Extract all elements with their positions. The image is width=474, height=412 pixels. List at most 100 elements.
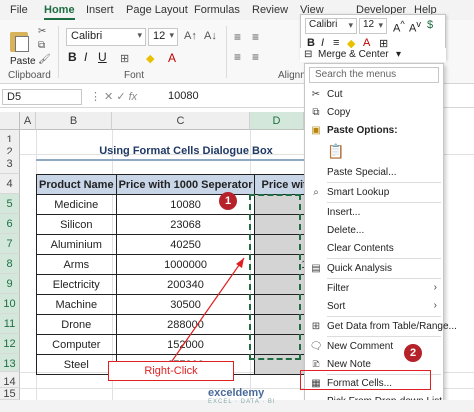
menu-item-insert[interactable]: Insert... — [305, 204, 443, 222]
chevron-down-icon: ▾ — [137, 30, 142, 40]
chevron-right-icon: › — [433, 300, 437, 311]
fill-color-icon[interactable]: ◆ — [146, 52, 154, 65]
chevron-down-icon: ▾ — [396, 49, 402, 60]
font-name-select[interactable]: Calibri ▾ — [66, 28, 146, 46]
group-divider — [58, 26, 59, 78]
row-header[interactable]: 7 — [0, 234, 20, 254]
menu-item-cut[interactable]: ✂ Cut — [305, 86, 443, 104]
row-header[interactable]: 11 — [0, 314, 20, 334]
menu-item-clear-contents[interactable]: Clear Contents — [305, 240, 443, 258]
menu-item-new-comment[interactable]: 🗨 New Comment — [305, 338, 443, 356]
italic-button[interactable]: I — [84, 50, 87, 64]
row-header[interactable]: 13 — [0, 354, 20, 372]
row-header[interactable]: 5 — [0, 194, 20, 214]
menu-item-filter[interactable]: Filter › — [305, 280, 443, 298]
name-box[interactable]: D5 — [2, 89, 82, 105]
row-header[interactable]: 4 — [0, 174, 20, 194]
paste-icon: ▣ — [311, 125, 321, 136]
underline-button[interactable]: U — [98, 50, 107, 64]
chevron-down-icon: ▾ — [348, 20, 353, 30]
menu-separator — [327, 258, 441, 259]
row-header[interactable]: 3 — [0, 154, 20, 174]
format-painter-icon[interactable]: 🖌 — [38, 54, 51, 65]
align-middle-icon[interactable]: ≡ — [252, 30, 259, 44]
table-cell[interactable]: Medicine — [36, 194, 117, 215]
align-top-icon[interactable]: ≡ — [234, 30, 241, 44]
table-cell[interactable]: 288000 — [115, 314, 256, 335]
paste-label: Paste — [10, 56, 36, 67]
menu-item-quick-analysis[interactable]: ▤ Quick Analysis — [305, 260, 443, 278]
table-cell[interactable]: Silicon — [36, 214, 117, 235]
tab-file[interactable]: File — [10, 4, 28, 16]
row-header[interactable]: 8 — [0, 254, 20, 274]
row-header[interactable]: 9 — [0, 274, 20, 294]
tab-page-layout[interactable]: Page Layout — [126, 4, 188, 16]
comment-icon: 🗨 — [309, 341, 323, 352]
table-cell[interactable]: Machine — [36, 294, 117, 315]
row-header[interactable]: 6 — [0, 214, 20, 234]
table-cell[interactable]: Arms — [36, 254, 117, 275]
format-cells-highlight — [300, 370, 431, 390]
borders-icon[interactable]: ⊞ — [120, 52, 129, 65]
decrease-font-icon[interactable]: A↓ — [204, 30, 217, 42]
table-cell[interactable]: Drone — [36, 314, 117, 335]
column-header-b[interactable]: B — [36, 112, 112, 130]
increase-font-icon[interactable]: A^ — [393, 19, 405, 35]
clipboard-group-label: Clipboard — [8, 70, 51, 81]
row-header[interactable]: 10 — [0, 294, 20, 314]
row-header[interactable]: 15 — [0, 388, 20, 400]
align-center-icon[interactable]: ≡ — [252, 50, 259, 64]
table-cell[interactable]: Aluminium — [36, 234, 117, 255]
table-cell[interactable]: 152000 — [115, 334, 256, 355]
font-color-icon[interactable]: A — [168, 51, 176, 65]
copy-icon[interactable]: ⧉ — [38, 40, 45, 51]
bold-button[interactable]: B — [68, 50, 77, 64]
mini-font-size-select[interactable]: 12 ▾ — [359, 18, 387, 34]
menu-item-get-data[interactable]: ⊞ Get Data from Table/Range... — [305, 318, 457, 336]
selection-range — [249, 194, 301, 360]
select-all-corner[interactable] — [0, 112, 20, 130]
tab-formulas[interactable]: Formulas — [194, 4, 240, 16]
paste-button[interactable] — [6, 26, 32, 60]
cut-icon[interactable]: ✂ — [38, 26, 46, 37]
menu-item-sort[interactable]: Sort › — [305, 298, 443, 316]
column-header-d[interactable]: D — [250, 112, 304, 130]
chevron-down-icon: ▾ — [169, 30, 174, 40]
column-header-c[interactable]: C — [112, 112, 250, 130]
decrease-font-icon[interactable]: Av — [409, 19, 421, 35]
column-header[interactable]: Price with 1000 Seperator — [115, 174, 256, 195]
table-header-row: Product Name Price with 1000 Seperator P… — [36, 174, 317, 195]
tab-insert[interactable]: Insert — [86, 4, 114, 16]
row-header[interactable]: 14 — [0, 372, 20, 388]
menu-item-paste-options: ▣ Paste Options: — [305, 122, 443, 140]
mini-font-name-select[interactable]: Calibri ▾ — [305, 18, 357, 34]
table-cell[interactable]: 23068 — [115, 214, 256, 235]
column-header-a[interactable]: A — [20, 112, 36, 130]
column-header[interactable]: Product Name — [36, 174, 117, 195]
table-cell[interactable]: 30500 — [115, 294, 256, 315]
tab-review[interactable]: Review — [252, 4, 288, 16]
table-cell[interactable]: 1000000 — [115, 254, 256, 275]
font-group-label: Font — [124, 70, 145, 81]
tab-home[interactable]: Home — [44, 4, 75, 20]
table-cell[interactable]: Computer — [36, 334, 117, 355]
copy-icon: ⧉ — [312, 107, 320, 118]
paste-option-button[interactable]: 📋 — [305, 140, 443, 166]
menu-item-copy[interactable]: ⧉ Copy — [305, 104, 443, 122]
search-menus-input[interactable]: Search the menus — [309, 67, 439, 83]
row-header[interactable]: 12 — [0, 334, 20, 354]
align-left-icon[interactable]: ≡ — [234, 50, 241, 64]
menu-separator — [327, 278, 441, 279]
currency-icon[interactable]: $ — [427, 19, 433, 31]
merge-center-button[interactable]: ⊟ Merge & Center ▾ — [300, 48, 446, 62]
table-cell[interactable]: Steel — [36, 354, 117, 375]
table-cell[interactable]: 40250 — [115, 234, 256, 255]
increase-font-icon[interactable]: A↑ — [184, 30, 197, 42]
table-cell[interactable]: Electricity — [36, 274, 117, 295]
font-size-select[interactable]: 12 ▾ — [148, 28, 178, 46]
menu-item-delete[interactable]: Delete... — [305, 222, 443, 240]
menu-item-paste-special[interactable]: Paste Special... — [305, 164, 443, 182]
menu-item-smart-lookup[interactable]: ⌕ Smart Lookup — [305, 184, 443, 202]
formula-input[interactable]: 10080 — [168, 90, 199, 102]
table-cell[interactable]: 200340 — [115, 274, 256, 295]
